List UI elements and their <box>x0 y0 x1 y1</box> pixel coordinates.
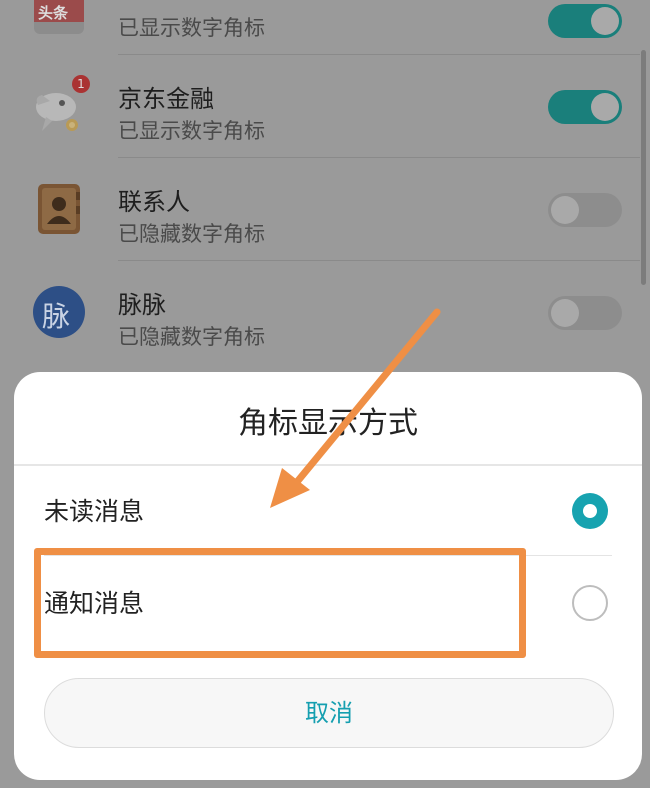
dialog-title: 角标显示方式 <box>238 406 418 441</box>
toggle-knob <box>591 7 619 35</box>
partial-app-icon: 头条 <box>32 0 86 34</box>
app-name: 联系人 <box>118 188 190 216</box>
notification-badge: 1 <box>72 75 90 93</box>
app-badge-status: 已隐藏数字角标 <box>118 325 265 349</box>
cancel-button[interactable]: 取消 <box>44 678 614 748</box>
scrollbar[interactable] <box>641 50 646 285</box>
radio-dot <box>583 504 597 518</box>
list-item[interactable]: 头条 已显示数字角标 <box>0 0 640 55</box>
toggle-knob <box>591 93 619 121</box>
badge-toggle[interactable] <box>548 90 622 124</box>
jd-finance-icon: 1 <box>32 75 90 131</box>
toggle-knob <box>551 299 579 327</box>
maimai-icon: 脉 <box>32 285 86 339</box>
app-name: 京东金融 <box>118 85 214 113</box>
app-badge-status: 已隐藏数字角标 <box>118 222 265 246</box>
badge-toggle[interactable] <box>548 4 622 38</box>
option-label: 未读消息 <box>44 497 145 526</box>
list-item-jd-finance[interactable]: 1 京东金融 已显示数字角标 <box>0 55 640 158</box>
radio-selected-icon[interactable] <box>572 493 608 529</box>
highlight-box <box>34 548 526 658</box>
partial-app-icon-text: 头条 <box>38 4 69 22</box>
badge-toggle[interactable] <box>548 193 622 227</box>
app-badge-status: 已显示数字角标 <box>118 16 265 40</box>
list-item-maimai[interactable]: 脉 脉脉 已隐藏数字角标 <box>0 261 640 364</box>
maimai-icon-text: 脉 <box>42 300 71 333</box>
toggle-knob <box>551 196 579 224</box>
app-badge-status: 已显示数字角标 <box>118 119 265 143</box>
option-unread-messages[interactable]: 未读消息 <box>14 466 642 556</box>
list-item-contacts[interactable]: 联系人 已隐藏数字角标 <box>0 158 640 261</box>
app-name: 脉脉 <box>118 291 166 319</box>
badge-count: 1 <box>77 77 85 91</box>
contacts-icon <box>32 182 86 236</box>
badge-toggle[interactable] <box>548 296 622 330</box>
radio-unselected-icon[interactable] <box>572 585 608 621</box>
